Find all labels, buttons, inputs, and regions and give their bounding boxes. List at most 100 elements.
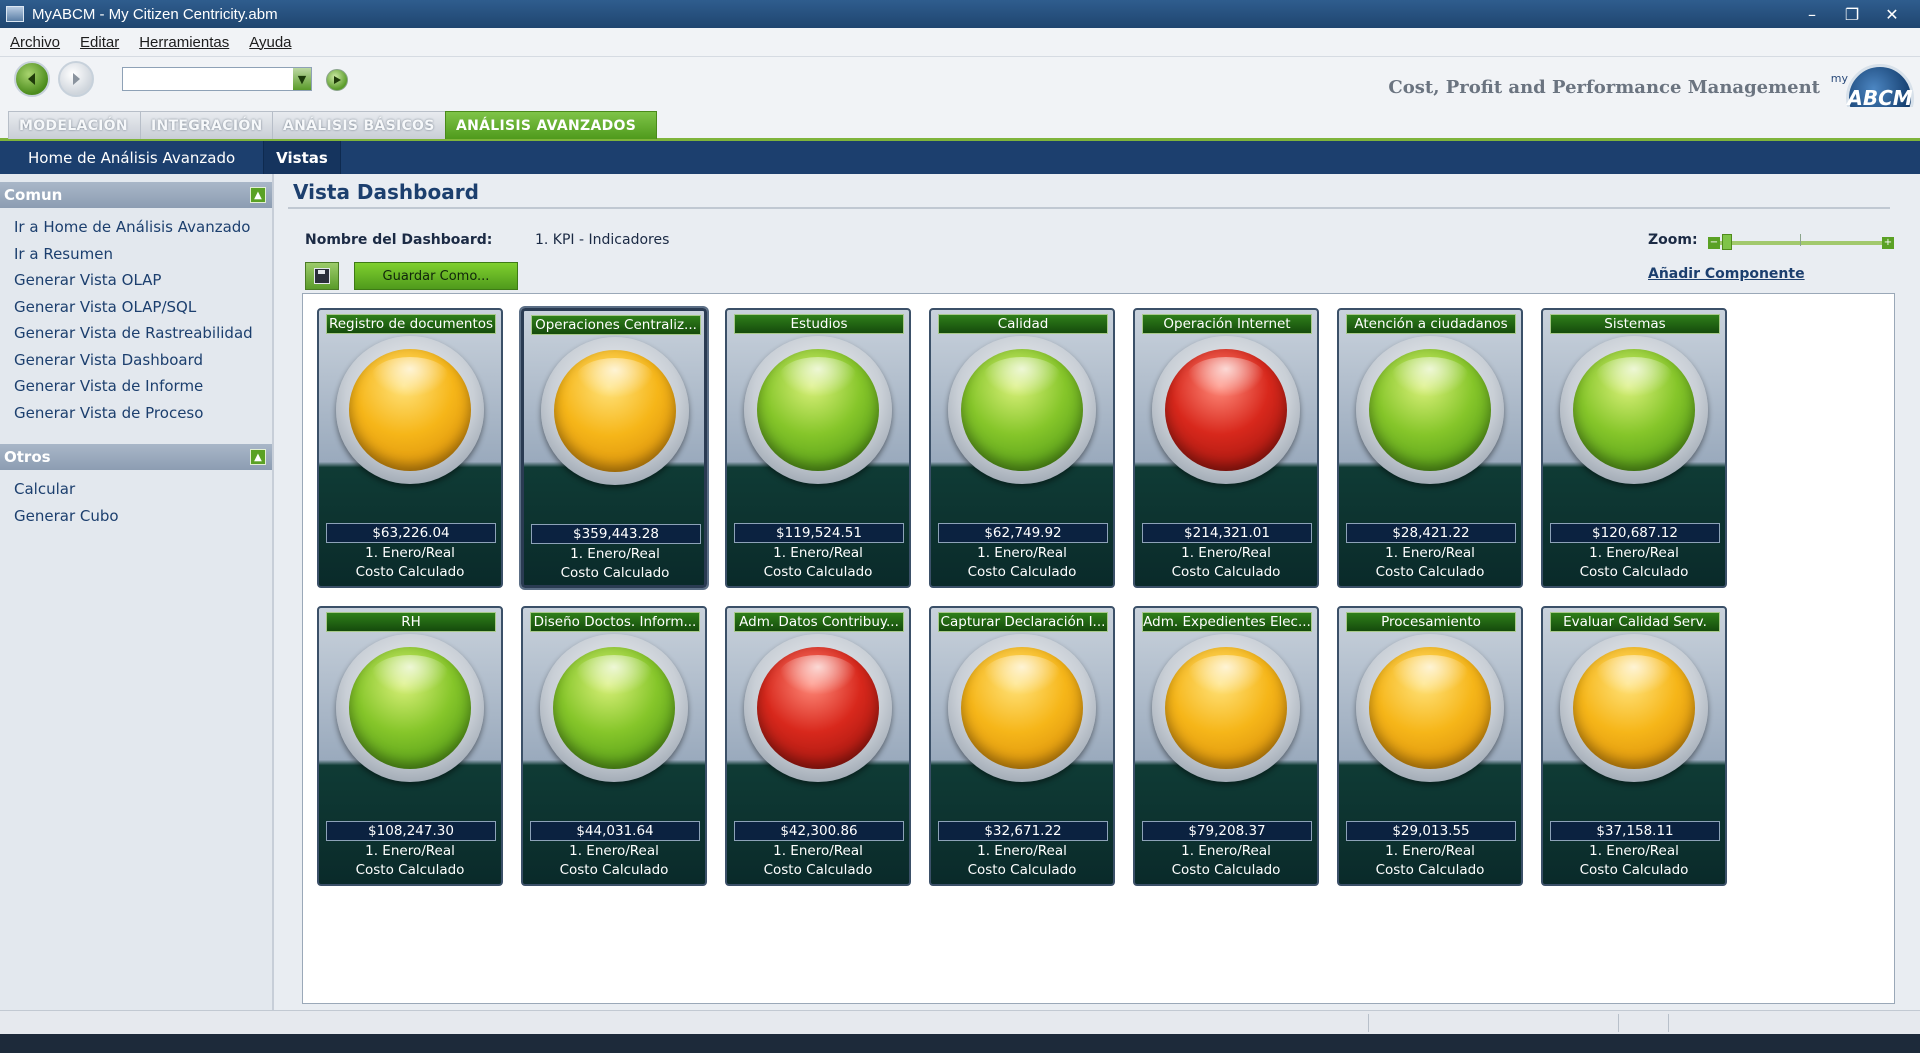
kpi-measure: Costo Calculado <box>1579 862 1689 878</box>
dashboard-name-label: Nombre del Dashboard: <box>305 232 493 248</box>
tab-integracion[interactable]: INTEGRACIÓN <box>140 111 274 139</box>
page-title: Vista Dashboard <box>293 180 479 204</box>
panel-otros-title: Otros <box>4 448 51 466</box>
kpi-period: 1. Enero/Real <box>977 545 1067 561</box>
kpi-title: Operaciones Centraliz... <box>531 315 701 335</box>
status-light-yellow <box>1573 647 1695 769</box>
zoom-plus-icon[interactable]: + <box>1882 237 1894 249</box>
kpi-card[interactable]: Capturar Declaración I... $32,671.22 1. En… <box>929 606 1115 886</box>
kpi-card[interactable]: Evaluar Calidad Serv. $37,158.11 1. Enero/… <box>1541 606 1727 886</box>
subnav-home-analisis[interactable]: Home de Análisis Avanzado <box>0 141 265 174</box>
zoom-thumb[interactable] <box>1722 234 1732 250</box>
minimize-icon[interactable]: – <box>1792 5 1832 24</box>
link-vista-olap-sql[interactable]: Generar Vista OLAP/SQL <box>14 294 272 321</box>
zoom-tick <box>1800 234 1801 246</box>
menu-herramientas[interactable]: Herramientas <box>129 34 239 51</box>
kpi-measure: Costo Calculado <box>559 862 669 878</box>
menu-editar[interactable]: Editar <box>70 34 129 51</box>
zoom-slider[interactable]: − + <box>1708 234 1894 250</box>
kpi-title: Capturar Declaración I... <box>938 612 1108 632</box>
light-highlight <box>1595 655 1673 695</box>
sidebar: Comun ▲ Ir a Home de Análisis Avanzado I… <box>0 174 274 1010</box>
link-vista-informe[interactable]: Generar Vista de Informe <box>14 373 272 400</box>
kpi-value: $62,749.92 <box>938 523 1108 543</box>
module-tabs: MODELACIÓN INTEGRACIÓN ANÁLISIS BÁSICOS … <box>0 107 1920 141</box>
link-vista-proceso[interactable]: Generar Vista de Proceso <box>14 400 272 427</box>
chevron-down-icon[interactable]: ▼ <box>293 68 311 90</box>
kpi-card[interactable]: Adm. Expedientes Elec... $79,208.37 1. Ene… <box>1133 606 1319 886</box>
kpi-card[interactable]: Sistemas $120,687.12 1. Enero/Real Costo Ca… <box>1541 308 1727 588</box>
panel-otros-header[interactable]: Otros ▲ <box>0 444 272 470</box>
kpi-title: Diseño Doctos. Inform... <box>530 612 700 632</box>
kpi-card[interactable]: Calidad $62,749.92 1. Enero/Real Costo Calc… <box>929 308 1115 588</box>
go-button[interactable] <box>326 69 348 91</box>
menu-archivo[interactable]: Archivo <box>0 34 70 51</box>
kpi-measure: Costo Calculado <box>1171 564 1281 580</box>
kpi-card[interactable]: Atención a ciudadanos $28,421.22 1. Enero/… <box>1337 308 1523 588</box>
kpi-value: $37,158.11 <box>1550 821 1720 841</box>
kpi-card[interactable]: Operación Internet $214,321.01 1. Enero/Re… <box>1133 308 1319 588</box>
subnav-vistas[interactable]: Vistas <box>264 141 341 174</box>
panel-comun-list: Ir a Home de Análisis Avanzado Ir a Resu… <box>0 208 272 436</box>
kpi-card[interactable]: Estudios $119,524.51 1. Enero/Real Costo Ca… <box>725 308 911 588</box>
light-highlight <box>779 357 857 397</box>
kpi-value: $79,208.37 <box>1142 821 1312 841</box>
link-vista-olap[interactable]: Generar Vista OLAP <box>14 267 272 294</box>
link-calcular[interactable]: Calcular <box>14 476 272 503</box>
traffic-light-bezel <box>744 634 892 782</box>
kpi-card[interactable]: Procesamiento $29,013.55 1. Enero/Real Cost… <box>1337 606 1523 886</box>
kpi-card[interactable]: Diseño Doctos. Inform... $44,031.64 1. Ene… <box>521 606 707 886</box>
kpi-title: Calidad <box>938 314 1108 334</box>
restore-icon[interactable]: ❐ <box>1832 5 1872 24</box>
zoom-minus-icon[interactable]: − <box>1708 237 1720 249</box>
link-resumen[interactable]: Ir a Resumen <box>14 241 272 268</box>
status-light-yellow <box>1165 647 1287 769</box>
add-component-link[interactable]: Añadir Componente <box>1648 266 1805 282</box>
collapse-icon[interactable]: ▲ <box>250 449 266 465</box>
traffic-light-bezel <box>540 634 688 782</box>
traffic-light-bezel <box>1356 634 1504 782</box>
kpi-value: $359,443.28 <box>531 524 701 544</box>
kpi-value: $28,421.22 <box>1346 523 1516 543</box>
menu-ayuda[interactable]: Ayuda <box>239 34 301 51</box>
panel-comun-header[interactable]: Comun ▲ <box>0 182 272 208</box>
status-divider <box>1618 1014 1619 1032</box>
kpi-card[interactable]: Operaciones Centraliz... $359,443.28 1. En… <box>521 308 707 588</box>
kpi-value: $29,013.55 <box>1346 821 1516 841</box>
kpi-period: 1. Enero/Real <box>977 843 1067 859</box>
logo-prefix: my <box>1830 72 1848 85</box>
kpi-card[interactable]: RH $108,247.30 1. Enero/Real Costo Calculad… <box>317 606 503 886</box>
kpi-period: 1. Enero/Real <box>1181 545 1271 561</box>
tab-analisis-basicos[interactable]: ANÁLISIS BÁSICOS <box>272 111 454 139</box>
kpi-measure: Costo Calculado <box>763 862 873 878</box>
collapse-icon[interactable]: ▲ <box>250 187 266 203</box>
title-divider <box>288 207 1890 209</box>
status-bar <box>0 1010 1920 1035</box>
forward-button[interactable] <box>58 61 94 97</box>
kpi-title: Registro de documentos <box>326 314 496 334</box>
link-home-analisis[interactable]: Ir a Home de Análisis Avanzado <box>14 214 272 241</box>
kpi-title: RH <box>326 612 496 632</box>
link-vista-rastreabilidad[interactable]: Generar Vista de Rastreabilidad <box>14 320 272 347</box>
view-select[interactable]: ▼ <box>122 67 312 91</box>
back-button[interactable] <box>14 61 50 97</box>
kpi-card[interactable]: Adm. Datos Contribuy... $42,300.86 1. Ener… <box>725 606 911 886</box>
save-button[interactable] <box>305 262 339 290</box>
kpi-title: Estudios <box>734 314 904 334</box>
kpi-measure: Costo Calculado <box>1375 564 1485 580</box>
tab-analisis-avanzados[interactable]: ANÁLISIS AVANZADOS <box>445 111 657 139</box>
traffic-light-bezel <box>541 337 689 485</box>
arrow-right-icon <box>73 73 80 85</box>
save-as-button[interactable]: Guardar Como... <box>354 262 518 290</box>
close-icon[interactable]: ✕ <box>1872 5 1912 24</box>
link-vista-dashboard[interactable]: Generar Vista Dashboard <box>14 347 272 374</box>
window-title: MyABCM - My Citizen Centricity.abm <box>32 5 278 23</box>
kpi-value: $108,247.30 <box>326 821 496 841</box>
tab-modelacion[interactable]: MODELACIÓN <box>8 111 142 139</box>
kpi-period: 1. Enero/Real <box>570 546 660 562</box>
kpi-card[interactable]: Registro de documentos $63,226.04 1. Enero… <box>317 308 503 588</box>
link-generar-cubo[interactable]: Generar Cubo <box>14 503 272 530</box>
light-highlight <box>1391 655 1469 695</box>
traffic-light-bezel <box>948 336 1096 484</box>
zoom-track <box>1708 241 1894 245</box>
